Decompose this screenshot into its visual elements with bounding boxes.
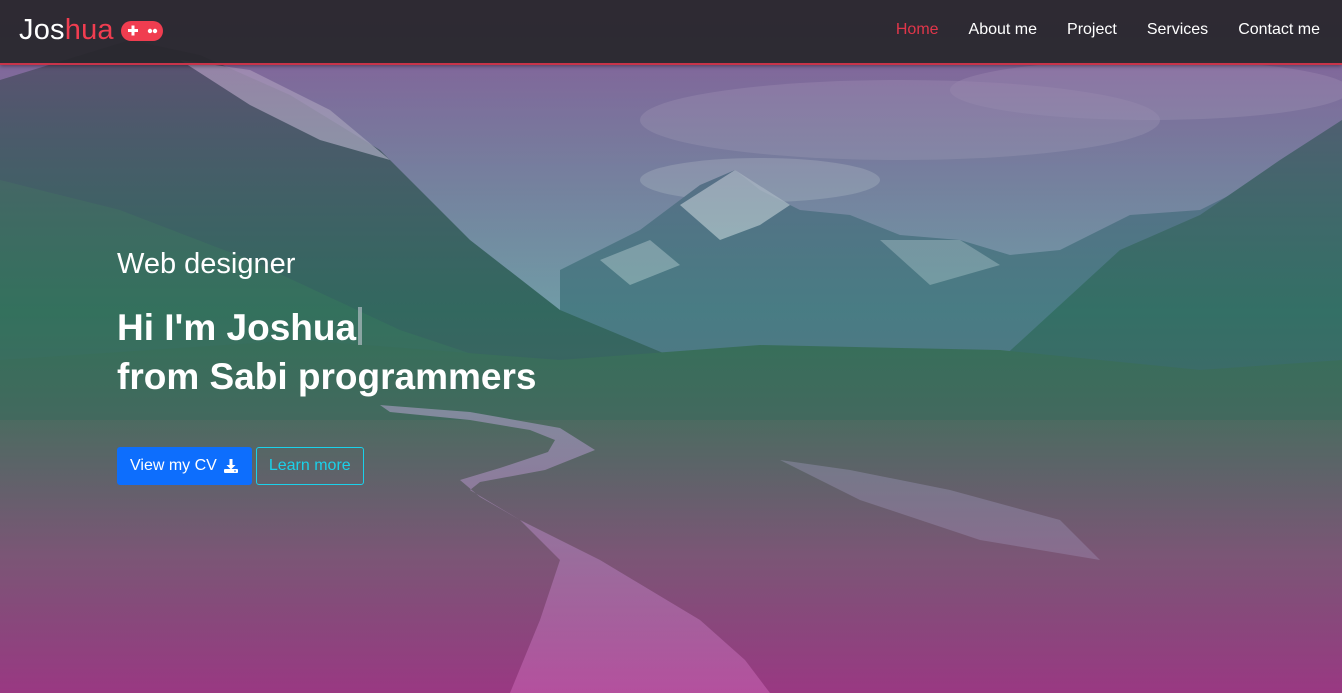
- hero-subtitle: Web designer: [117, 248, 296, 280]
- nav-project[interactable]: Project: [1067, 21, 1117, 39]
- learn-more-button[interactable]: Learn more: [255, 447, 364, 485]
- top-navbar: Jos hua Home About me Project Services Co…: [0, 0, 1342, 65]
- headline-line-1: Hi I'm Joshua: [117, 307, 357, 348]
- brand-name-first: Jos: [19, 14, 65, 46]
- typing-cursor: [358, 307, 363, 345]
- hero-actions: View my CV Learn more: [117, 447, 364, 485]
- view-cv-button[interactable]: View my CV: [117, 447, 252, 485]
- nav-about-me[interactable]: About me: [969, 21, 1037, 39]
- nav-home[interactable]: Home: [896, 21, 939, 39]
- hero-section: Jos hua Home About me Project Services Co…: [0, 0, 1342, 693]
- brand-logo[interactable]: Jos hua: [19, 14, 164, 47]
- brand-name-second: hua: [64, 14, 114, 46]
- nav-links: Home About me Project Services Contact m…: [896, 21, 1320, 39]
- hero-content: Web designer Hi I'm Joshua from Sabi pro…: [117, 248, 536, 401]
- headline-line-2: from Sabi programmers: [117, 356, 537, 397]
- nav-contact-me[interactable]: Contact me: [1238, 21, 1320, 39]
- view-cv-label: View my CV: [130, 457, 217, 474]
- nav-services[interactable]: Services: [1147, 21, 1208, 39]
- download-icon: [223, 458, 239, 474]
- hero-headline: Hi I'm Joshua from Sabi programmers: [117, 303, 536, 401]
- gamepad-icon: [120, 18, 164, 44]
